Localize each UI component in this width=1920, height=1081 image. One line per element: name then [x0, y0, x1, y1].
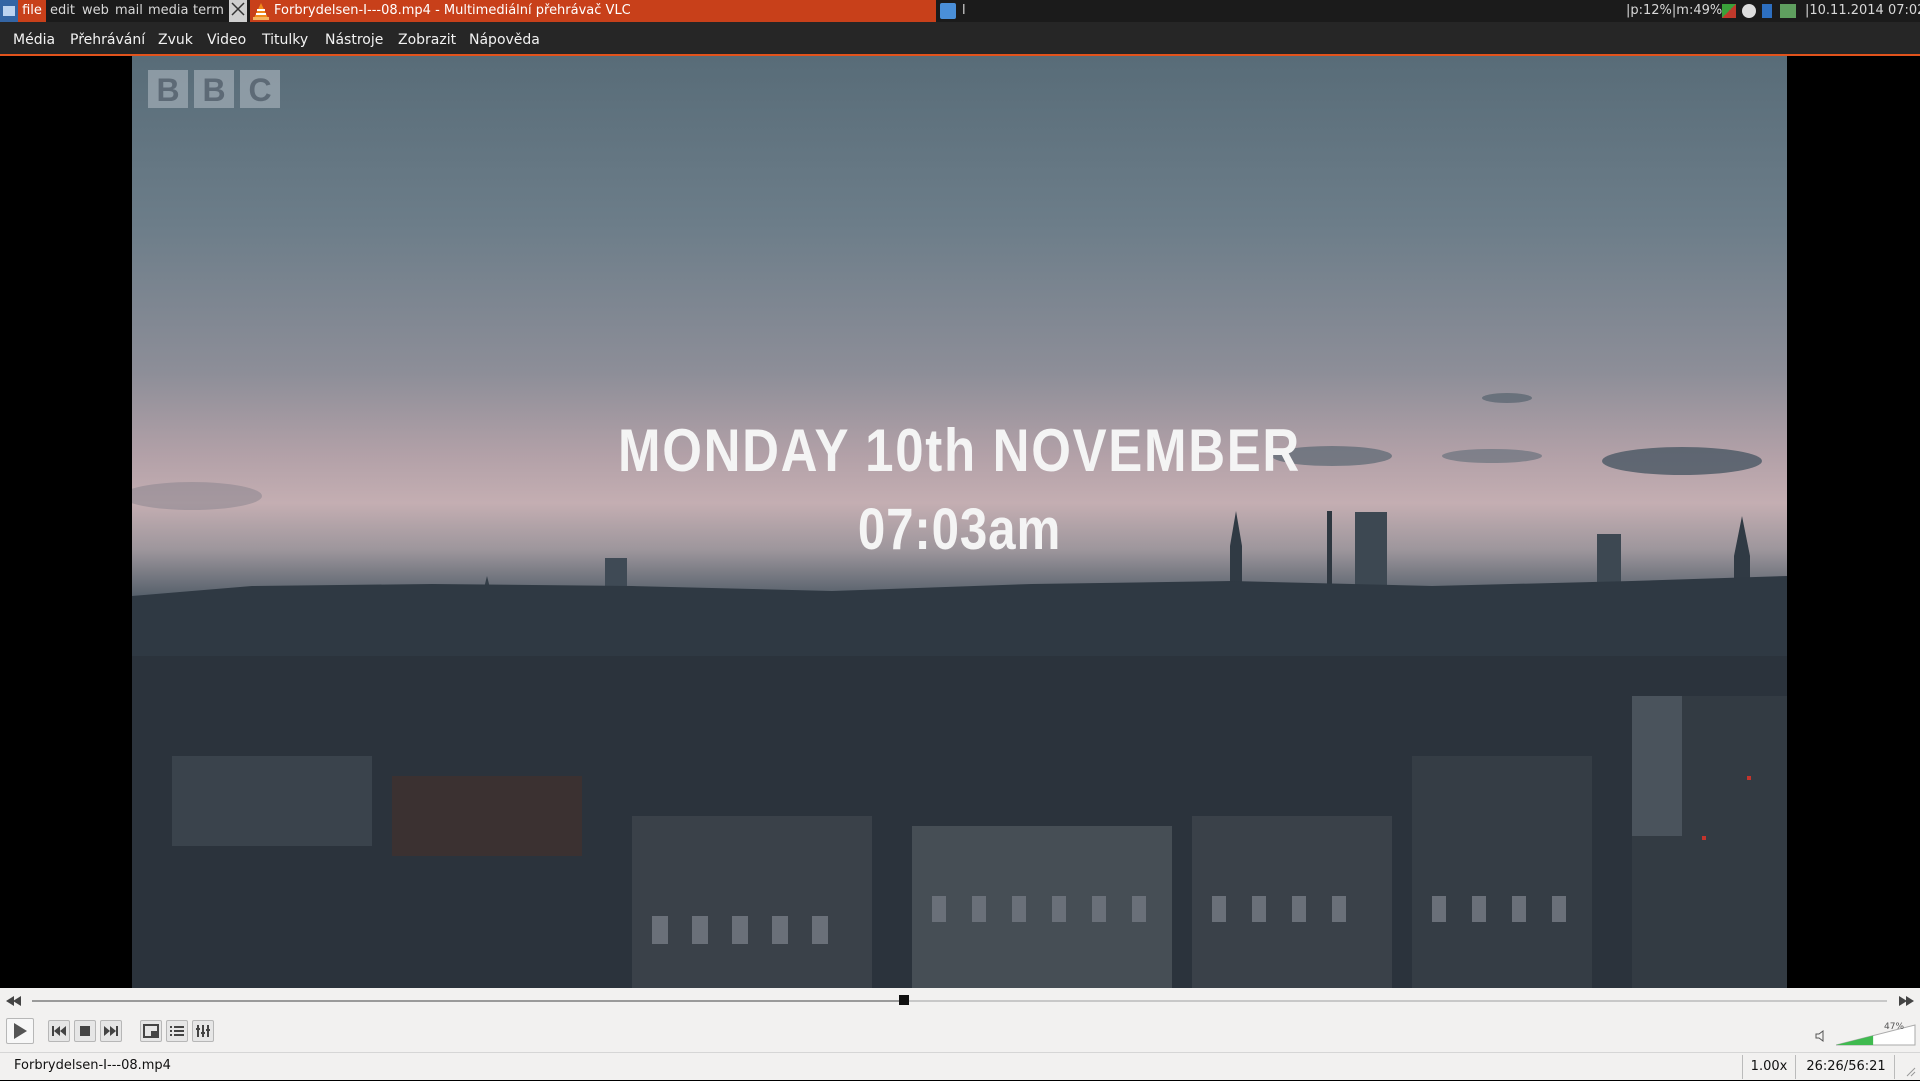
- bbc-logo: B B C: [148, 70, 280, 108]
- svg-text:C: C: [248, 72, 271, 108]
- seek-back-icon[interactable]: [6, 996, 22, 1006]
- workspace-mail[interactable]: mail: [115, 0, 143, 22]
- next-button[interactable]: [100, 1020, 122, 1042]
- player-controls: 47% Forbrydelsen-I---08.mp4 1.00x 26:26/…: [0, 988, 1920, 1080]
- video-frame: B B C MONDAY 10th NOVEMBER 07:03am: [132, 56, 1787, 988]
- bluetooth-icon[interactable]: [1762, 4, 1772, 18]
- video-caption-date: MONDAY 10th NOVEMBER: [618, 417, 1301, 484]
- menu-help[interactable]: Nápověda: [469, 22, 540, 54]
- previous-icon: [52, 1026, 66, 1036]
- network-icon[interactable]: [1722, 4, 1736, 18]
- previous-button[interactable]: [48, 1020, 70, 1042]
- seek-forward-icon[interactable]: [1898, 996, 1914, 1006]
- play-icon: [14, 1023, 27, 1039]
- update-icon[interactable]: [1742, 4, 1756, 18]
- seek-progress: [32, 1000, 904, 1002]
- menu-audio[interactable]: Zvuk: [158, 22, 193, 54]
- fullscreen-icon: [143, 1024, 159, 1038]
- menu-tools[interactable]: Nástroje: [325, 22, 383, 54]
- play-button[interactable]: [6, 1018, 34, 1044]
- playback-speed[interactable]: 1.00x: [1742, 1055, 1796, 1079]
- playlist-icon: [170, 1026, 184, 1036]
- taskbar-secondary-window[interactable]: l: [938, 0, 968, 22]
- stop-icon: [80, 1026, 90, 1036]
- video-area[interactable]: B B C MONDAY 10th NOVEMBER 07:03am: [0, 56, 1920, 988]
- workspace-term[interactable]: term: [193, 0, 224, 22]
- time-display[interactable]: 26:26/56:21: [1798, 1055, 1895, 1079]
- vlc-cone-icon: [253, 3, 269, 20]
- fullscreen-button[interactable]: [140, 1020, 162, 1042]
- menu-view[interactable]: Zobrazit: [398, 22, 456, 54]
- system-stats: |p:12%|m:49%|: [1626, 3, 1727, 18]
- workspace-media[interactable]: media: [148, 0, 189, 22]
- menu-video[interactable]: Video: [207, 22, 246, 54]
- stop-button[interactable]: [74, 1020, 96, 1042]
- menu-playback[interactable]: Přehrávání: [70, 22, 145, 54]
- taskbar-vlc-window[interactable]: Forbrydelsen-I---08.mp4 - Multimediální …: [250, 0, 936, 22]
- menu-subtitles[interactable]: Titulky: [262, 22, 308, 54]
- application-icon: [940, 3, 956, 19]
- menu-media[interactable]: Média: [13, 22, 55, 54]
- top-taskbar: file edit web mail media term Forbrydels…: [0, 0, 1920, 22]
- taskbar-window-title: Forbrydelsen-I---08.mp4 - Multimediální …: [274, 3, 631, 18]
- speaker-icon[interactable]: [1815, 1030, 1829, 1042]
- volume-percent: 47%: [1884, 1022, 1905, 1032]
- workspace-file[interactable]: file: [18, 0, 46, 22]
- battery-icon[interactable]: [1780, 4, 1796, 18]
- seek-handle[interactable]: [898, 995, 909, 1005]
- status-filename: Forbrydelsen-I---08.mp4: [14, 1058, 171, 1073]
- svg-text:B: B: [202, 72, 225, 108]
- workspace-web[interactable]: web: [82, 0, 109, 22]
- system-tray: [1722, 0, 1802, 22]
- svg-text:B: B: [156, 72, 179, 108]
- system-menu-icon[interactable]: [0, 0, 18, 22]
- menu-bar: Média Přehrávání Zvuk Video Titulky Nást…: [0, 22, 1920, 56]
- resize-grip-icon[interactable]: [1904, 1065, 1916, 1077]
- extended-settings-button[interactable]: [192, 1020, 214, 1042]
- workspace-edit[interactable]: edit: [50, 0, 75, 22]
- clock: |10.11.2014 07:02: [1805, 3, 1920, 18]
- playlist-button[interactable]: [166, 1020, 188, 1042]
- video-caption-time: 07:03am: [857, 497, 1062, 562]
- taskbar-secondary-title: l: [962, 3, 966, 18]
- seek-bar[interactable]: [32, 995, 1887, 1005]
- extended-settings-icon: [196, 1025, 210, 1037]
- next-icon: [104, 1026, 118, 1036]
- status-bar: Forbrydelsen-I---08.mp4 1.00x 26:26/56:2…: [0, 1052, 1920, 1081]
- close-window-icon[interactable]: [229, 0, 247, 22]
